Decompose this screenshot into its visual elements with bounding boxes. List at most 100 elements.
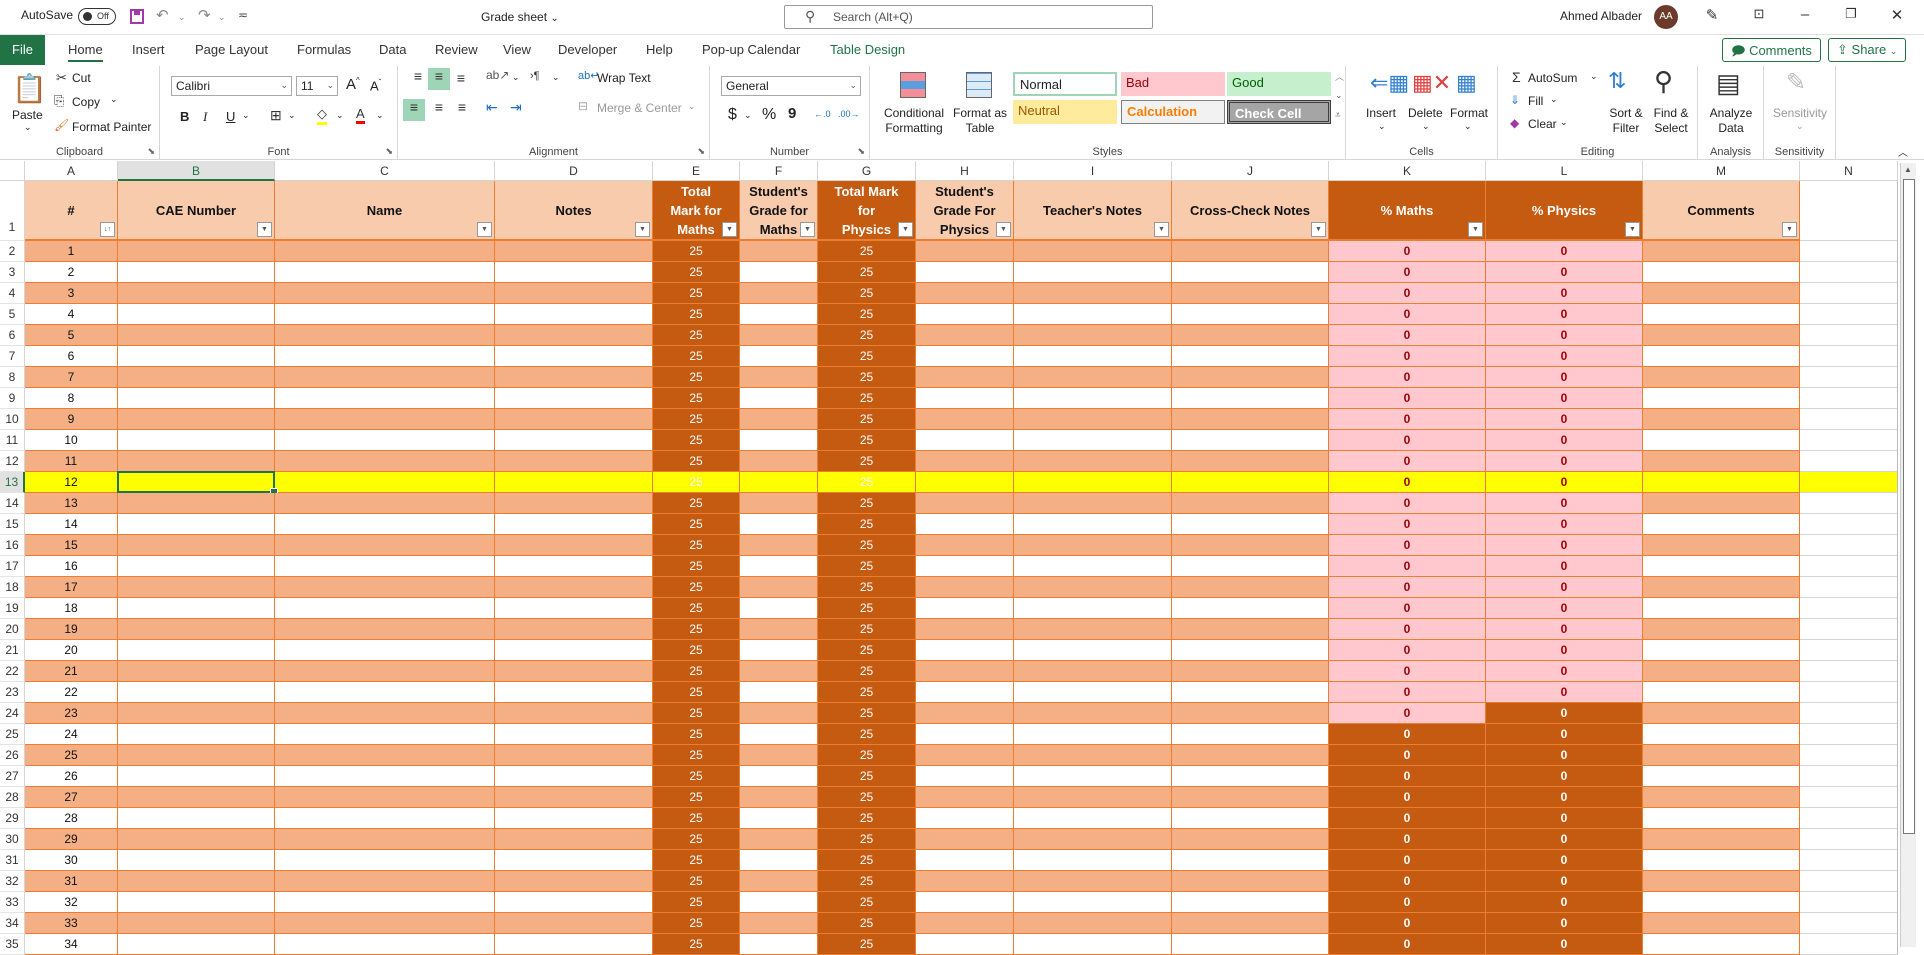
cell-m[interactable]	[1643, 409, 1800, 430]
cell-l[interactable]: 0	[1486, 346, 1643, 367]
cell-j[interactable]	[1172, 430, 1329, 451]
cell-b[interactable]	[118, 682, 275, 703]
cell-h[interactable]	[916, 472, 1014, 493]
row-header-7[interactable]: 7	[0, 346, 25, 367]
cell-d[interactable]	[495, 871, 653, 892]
cell-e[interactable]: 25	[653, 934, 740, 955]
cell-d[interactable]	[495, 850, 653, 871]
cell-n[interactable]: 3	[25, 283, 118, 304]
cell-b[interactable]	[118, 661, 275, 682]
cell-k[interactable]: 0	[1329, 283, 1486, 304]
cell-l[interactable]: 0	[1486, 829, 1643, 850]
cell-d[interactable]	[495, 829, 653, 850]
column-header-c[interactable]: C	[275, 161, 495, 181]
cell-g[interactable]: 25	[818, 934, 916, 955]
cell-e[interactable]: 25	[653, 913, 740, 934]
cell-n[interactable]: 5	[25, 325, 118, 346]
cell-e[interactable]: 25	[653, 367, 740, 388]
cell-f[interactable]	[740, 556, 818, 577]
cell-i[interactable]	[1014, 577, 1172, 598]
cell-m[interactable]	[1643, 913, 1800, 934]
cell-b[interactable]	[118, 514, 275, 535]
cell-c[interactable]	[275, 682, 495, 703]
cell-h[interactable]	[916, 493, 1014, 514]
cell-l[interactable]: 0	[1486, 703, 1643, 724]
filter-dropdown-icon[interactable]: ▼	[635, 222, 650, 237]
cell-e[interactable]: 25	[653, 535, 740, 556]
cell-b[interactable]	[118, 325, 275, 346]
cell-f[interactable]	[740, 724, 818, 745]
cell-d[interactable]	[495, 808, 653, 829]
cell-k[interactable]: 0	[1329, 640, 1486, 661]
cell-d[interactable]	[495, 682, 653, 703]
cell-d[interactable]	[495, 493, 653, 514]
cell-i[interactable]	[1014, 661, 1172, 682]
font-name-select[interactable]: Calibri ⌄	[171, 76, 292, 96]
row-header-20[interactable]: 20	[0, 619, 25, 640]
row-header-15[interactable]: 15	[0, 514, 25, 535]
cell-n[interactable]	[1800, 556, 1898, 577]
cell-l[interactable]: 0	[1486, 283, 1643, 304]
filter-dropdown-icon[interactable]: ▼	[800, 222, 815, 237]
cell-d[interactable]	[495, 430, 653, 451]
cell-k[interactable]: 0	[1329, 829, 1486, 850]
cell-e[interactable]: 25	[653, 388, 740, 409]
text-direction-dropdown-icon[interactable]: ⌄	[552, 72, 560, 83]
cell-l[interactable]: 0	[1486, 472, 1643, 493]
row-header-34[interactable]: 34	[0, 913, 25, 934]
ribbon-display-icon[interactable]: ⊡	[1744, 6, 1774, 22]
cell-c[interactable]	[275, 430, 495, 451]
cell-l[interactable]: 0	[1486, 871, 1643, 892]
cell-k[interactable]: 0	[1329, 409, 1486, 430]
orientation-icon[interactable]: ab↗	[486, 68, 509, 82]
clear-dropdown-icon[interactable]: ⌄	[1560, 117, 1568, 128]
cell-c[interactable]	[275, 703, 495, 724]
cell-b[interactable]	[118, 619, 275, 640]
cell-h[interactable]	[916, 619, 1014, 640]
filter-dropdown-icon[interactable]: ▼	[898, 222, 913, 237]
cell-n[interactable]	[1800, 430, 1898, 451]
cell-d[interactable]	[495, 913, 653, 934]
dialog-launcher-icon[interactable]: ⬊	[385, 146, 393, 157]
cell-c[interactable]	[275, 871, 495, 892]
column-header-h[interactable]: H	[916, 161, 1014, 181]
align-right-icon[interactable]: ≡	[451, 99, 473, 121]
fill-color-dropdown-icon[interactable]: ⌄	[336, 110, 344, 121]
cell-h[interactable]	[916, 829, 1014, 850]
tab-developer[interactable]: Developer	[558, 42, 617, 57]
cell-n[interactable]	[1800, 724, 1898, 745]
cell-d[interactable]	[495, 514, 653, 535]
cell-e[interactable]: 25	[653, 283, 740, 304]
cell-f[interactable]	[740, 640, 818, 661]
cell-m[interactable]	[1643, 451, 1800, 472]
cell-i[interactable]	[1014, 388, 1172, 409]
cell-k[interactable]: 0	[1329, 745, 1486, 766]
cell-d[interactable]	[495, 661, 653, 682]
cell-b[interactable]	[118, 409, 275, 430]
cell-l[interactable]: 0	[1486, 682, 1643, 703]
cell-e[interactable]: 25	[653, 241, 740, 262]
cell-l[interactable]: 0	[1486, 262, 1643, 283]
cell-m[interactable]	[1643, 850, 1800, 871]
cell-b[interactable]	[118, 640, 275, 661]
cell-g[interactable]: 25	[818, 262, 916, 283]
cell-e[interactable]: 25	[653, 661, 740, 682]
cell-j[interactable]	[1172, 619, 1329, 640]
column-header-b[interactable]: B	[118, 161, 275, 181]
row-header-9[interactable]: 9	[0, 388, 25, 409]
cell-j[interactable]	[1172, 766, 1329, 787]
cell-n[interactable]: 1	[25, 241, 118, 262]
cell-n[interactable]	[1800, 703, 1898, 724]
cell-e[interactable]: 25	[653, 871, 740, 892]
text-direction-icon[interactable]: ›¶	[530, 70, 540, 82]
cell-g[interactable]: 25	[818, 829, 916, 850]
cell-b[interactable]	[118, 724, 275, 745]
cell-f[interactable]	[740, 346, 818, 367]
cell-g[interactable]: 25	[818, 535, 916, 556]
align-bottom-icon[interactable]: ≡	[450, 70, 472, 92]
cell-i[interactable]	[1014, 283, 1172, 304]
cell-l[interactable]: 0	[1486, 808, 1643, 829]
cell-h[interactable]	[916, 913, 1014, 934]
customize-toolbar-icon[interactable]: ≂	[238, 8, 248, 22]
cell-c[interactable]	[275, 661, 495, 682]
